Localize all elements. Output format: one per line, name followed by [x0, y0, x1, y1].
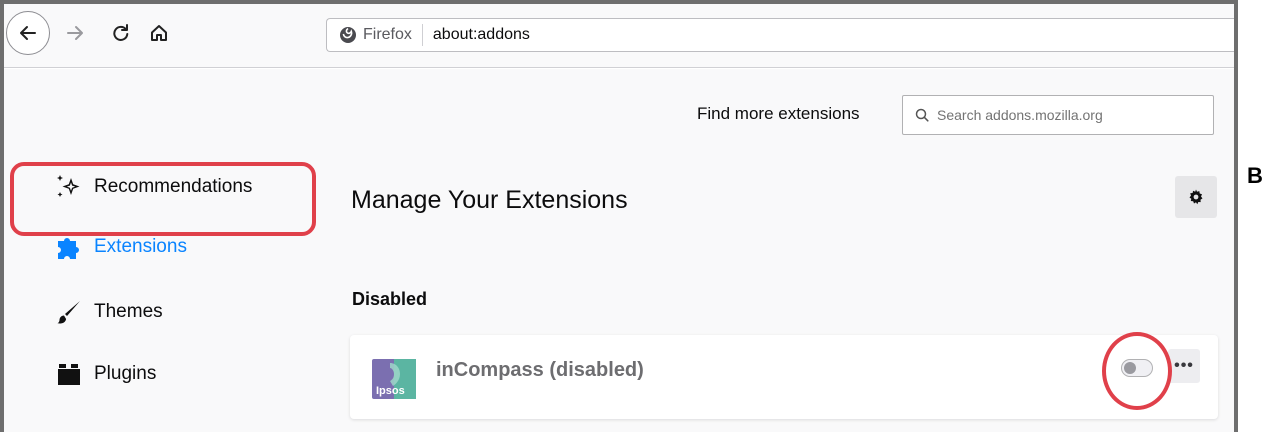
home-button[interactable] — [142, 16, 176, 50]
sidebar-item-label: Extensions — [94, 236, 187, 257]
forward-button[interactable] — [58, 16, 92, 50]
ipsos-logo-icon: Ipsos — [372, 357, 416, 401]
browser-window: Firefox about:addons Find more extension… — [0, 0, 1238, 432]
gear-icon — [1189, 189, 1203, 205]
url-bar[interactable]: Firefox about:addons — [326, 18, 1234, 52]
reload-button[interactable] — [104, 16, 138, 50]
addons-search-box[interactable] — [902, 95, 1214, 135]
puzzle-piece-icon — [54, 232, 94, 262]
sidebar-item-label: Themes — [94, 301, 163, 322]
section-heading-disabled: Disabled — [352, 289, 428, 309]
browser-toolbar: Firefox about:addons — [4, 4, 1234, 68]
sidebar-item-plugins[interactable]: Plugins — [54, 359, 156, 389]
identity-label: Firefox — [363, 26, 412, 43]
paintbrush-icon — [54, 297, 94, 327]
sidebar-item-themes[interactable]: Themes — [54, 297, 163, 327]
plugin-block-icon — [54, 359, 94, 389]
firefox-logo-icon — [340, 27, 356, 43]
ipsos-logo-text: Ipsos — [376, 385, 405, 397]
arrow-left-icon — [20, 26, 36, 40]
annotation-circle-toggle — [1102, 332, 1172, 410]
more-dots-icon: ••• — [1174, 357, 1194, 374]
addons-page: Find more extensions Recommendations — [4, 69, 1234, 432]
search-input[interactable] — [937, 107, 1207, 123]
search-icon — [915, 108, 929, 122]
figure-panel-label: B — [1247, 163, 1263, 188]
sidebar-item-extensions[interactable]: Extensions — [54, 232, 187, 262]
sidebar-item-label: Plugins — [94, 363, 157, 384]
arrow-right-icon — [67, 26, 83, 40]
identity-box[interactable]: Firefox — [327, 24, 423, 46]
settings-button[interactable] — [1175, 176, 1217, 218]
extension-name[interactable]: inCompass (disabled) — [436, 359, 644, 382]
url-text[interactable]: about:addons — [433, 26, 530, 44]
home-icon — [151, 25, 167, 41]
find-more-label: Find more extensions — [697, 104, 860, 123]
extension-card[interactable]: Ipsos inCompass (disabled) ••• — [350, 335, 1218, 419]
more-options-button[interactable]: ••• — [1168, 349, 1200, 383]
reload-icon — [113, 24, 129, 41]
back-button[interactable] — [6, 11, 50, 55]
page-title: Manage Your Extensions — [351, 186, 628, 214]
annotation-circle-extensions — [10, 162, 316, 236]
